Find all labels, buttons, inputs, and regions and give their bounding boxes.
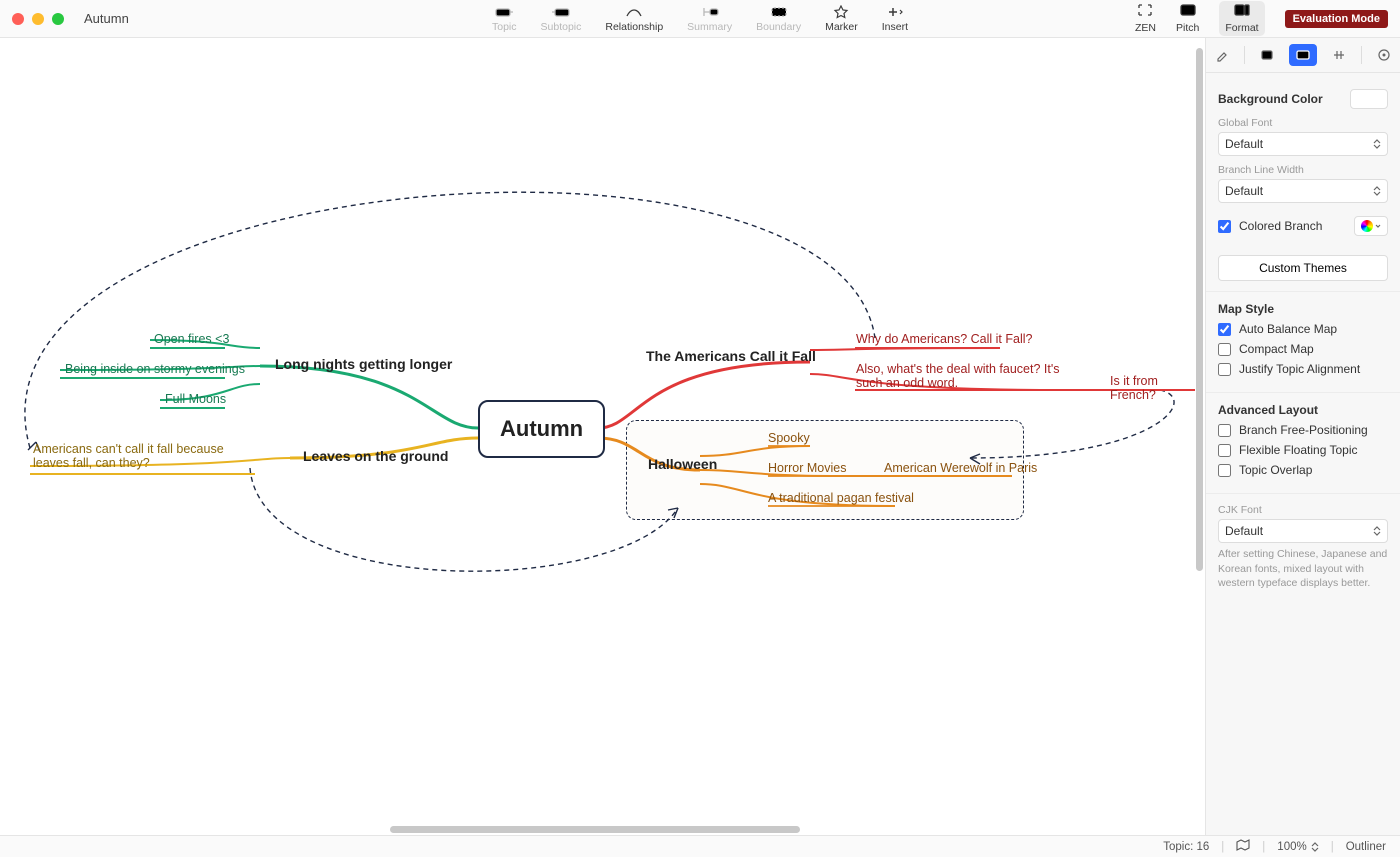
compact-map-checkbox[interactable]: Compact Map [1218,342,1388,356]
justify-topic-checkbox[interactable]: Justify Topic Alignment [1218,362,1388,376]
cjk-help-text: After setting Chinese, Japanese and Kore… [1218,547,1388,591]
flexible-floating-checkbox[interactable]: Flexible Floating Topic [1218,443,1388,457]
leaf-stormy-evenings[interactable]: Being inside on stormy evenings [65,362,245,376]
status-bar: Topic: 16 | | 100% | Outliner [0,835,1400,857]
leaf-why-americans[interactable]: Why do Americans? Call it Fall? [856,332,1032,346]
format-tab-map[interactable] [1289,44,1318,66]
relationship-icon [625,5,643,19]
branch-leaves-ground[interactable]: Leaves on the ground [303,448,448,464]
leaf-french[interactable]: Is it from French? [1110,374,1205,402]
branch-americans-fall[interactable]: The Americans Call it Fall [646,348,816,364]
titlebar: Autumn Topic Subtopic Relationship Summa… [0,0,1400,38]
chevron-down-icon [1375,222,1381,230]
toolbar-subtopic[interactable]: Subtopic [541,5,582,33]
vertical-scrollbar[interactable] [1196,48,1203,801]
global-font-select[interactable]: Default [1218,132,1388,156]
stepper-icon [1311,842,1319,852]
pitch-icon [1179,3,1197,20]
format-tab-info[interactable] [1376,44,1392,66]
toolbar-boundary[interactable]: Boundary [756,5,801,33]
toolbar-pitch[interactable]: Pitch [1176,3,1199,34]
cjk-font-select[interactable]: Default [1218,519,1388,543]
map-style-heading: Map Style [1218,302,1388,316]
leaf-americans-cant[interactable]: Americans can't call it fall because lea… [33,442,248,470]
topic-icon [495,5,513,19]
toolbar-format[interactable]: Format [1219,1,1264,36]
leaf-spooky[interactable]: Spooky [768,431,810,445]
branch-long-nights[interactable]: Long nights getting longer [275,356,452,372]
toolbar-center: Topic Subtopic Relationship Summary Boun… [492,5,908,33]
canvas-area[interactable]: Autumn Long nights getting longer Open f… [0,38,1205,835]
branch-halloween[interactable]: Halloween [648,456,717,472]
branch-width-label: Branch Line Width [1218,164,1388,176]
format-panel-tabs [1206,38,1400,73]
auto-balance-checkbox[interactable]: Auto Balance Map [1218,322,1388,336]
summary-icon [701,5,719,19]
map-icon [1236,839,1250,851]
format-tab-style[interactable] [1214,44,1230,66]
toolbar-marker[interactable]: Marker [825,5,858,33]
branch-width-select[interactable]: Default [1218,179,1388,203]
map-overview-button[interactable] [1236,839,1250,854]
rainbow-icon [1361,220,1373,232]
insert-icon [886,5,904,19]
zoom-window-button[interactable] [52,13,64,25]
format-tab-structure[interactable] [1331,44,1347,66]
zoom-control[interactable]: 100% [1277,841,1318,853]
bg-color-label: Background Color [1218,92,1323,106]
toolbar-summary[interactable]: Summary [687,5,732,33]
custom-themes-button[interactable]: Custom Themes [1218,255,1388,281]
advanced-layout-heading: Advanced Layout [1218,403,1388,417]
colored-branch-checkbox[interactable]: Colored Branch [1218,219,1322,233]
close-window-button[interactable] [12,13,24,25]
colored-branch-picker[interactable] [1354,216,1388,236]
format-tab-pitch[interactable] [1259,44,1275,66]
leaf-open-fires[interactable]: Open fires <3 [154,332,229,346]
boundary-icon [770,5,788,19]
bg-color-swatch[interactable] [1350,89,1388,109]
leaf-werewolf-paris[interactable]: American Werewolf in Paris [884,461,1037,475]
global-font-label: Global Font [1218,117,1388,129]
toolbar-topic[interactable]: Topic [492,5,517,33]
topic-count: Topic: 16 [1163,841,1209,853]
leaf-horror-movies[interactable]: Horror Movies [768,461,847,475]
stepper-icon [1373,139,1381,149]
central-topic[interactable]: Autumn [478,400,605,458]
horizontal-scrollbar[interactable] [390,826,800,833]
zen-icon [1137,3,1153,20]
minimize-window-button[interactable] [32,13,44,25]
stepper-icon [1373,526,1381,536]
leaf-faucet[interactable]: Also, what's the deal with faucet? It's … [856,362,1066,390]
stepper-icon [1373,186,1381,196]
marker-icon [832,5,850,19]
leaf-full-moons[interactable]: Full Moons [165,392,226,406]
branch-free-checkbox[interactable]: Branch Free-Positioning [1218,423,1388,437]
toolbar-insert[interactable]: Insert [882,5,908,33]
outliner-button[interactable]: Outliner [1346,841,1386,853]
format-panel: Background Color Global Font Default Bra… [1205,38,1400,835]
topic-overlap-checkbox[interactable]: Topic Overlap [1218,463,1388,477]
window-controls [12,13,64,25]
cjk-font-label: CJK Font [1218,504,1388,516]
window-title: Autumn [84,11,129,26]
toolbar-relationship[interactable]: Relationship [605,5,663,33]
evaluation-badge: Evaluation Mode [1285,10,1388,28]
subtopic-icon [552,5,570,19]
toolbar-zen[interactable]: ZEN [1135,3,1156,34]
leaf-pagan-festival[interactable]: A traditional pagan festival [768,491,914,505]
toolbar-right: ZEN Pitch Format Evaluation Mode [1135,1,1388,36]
format-icon [1233,3,1251,20]
